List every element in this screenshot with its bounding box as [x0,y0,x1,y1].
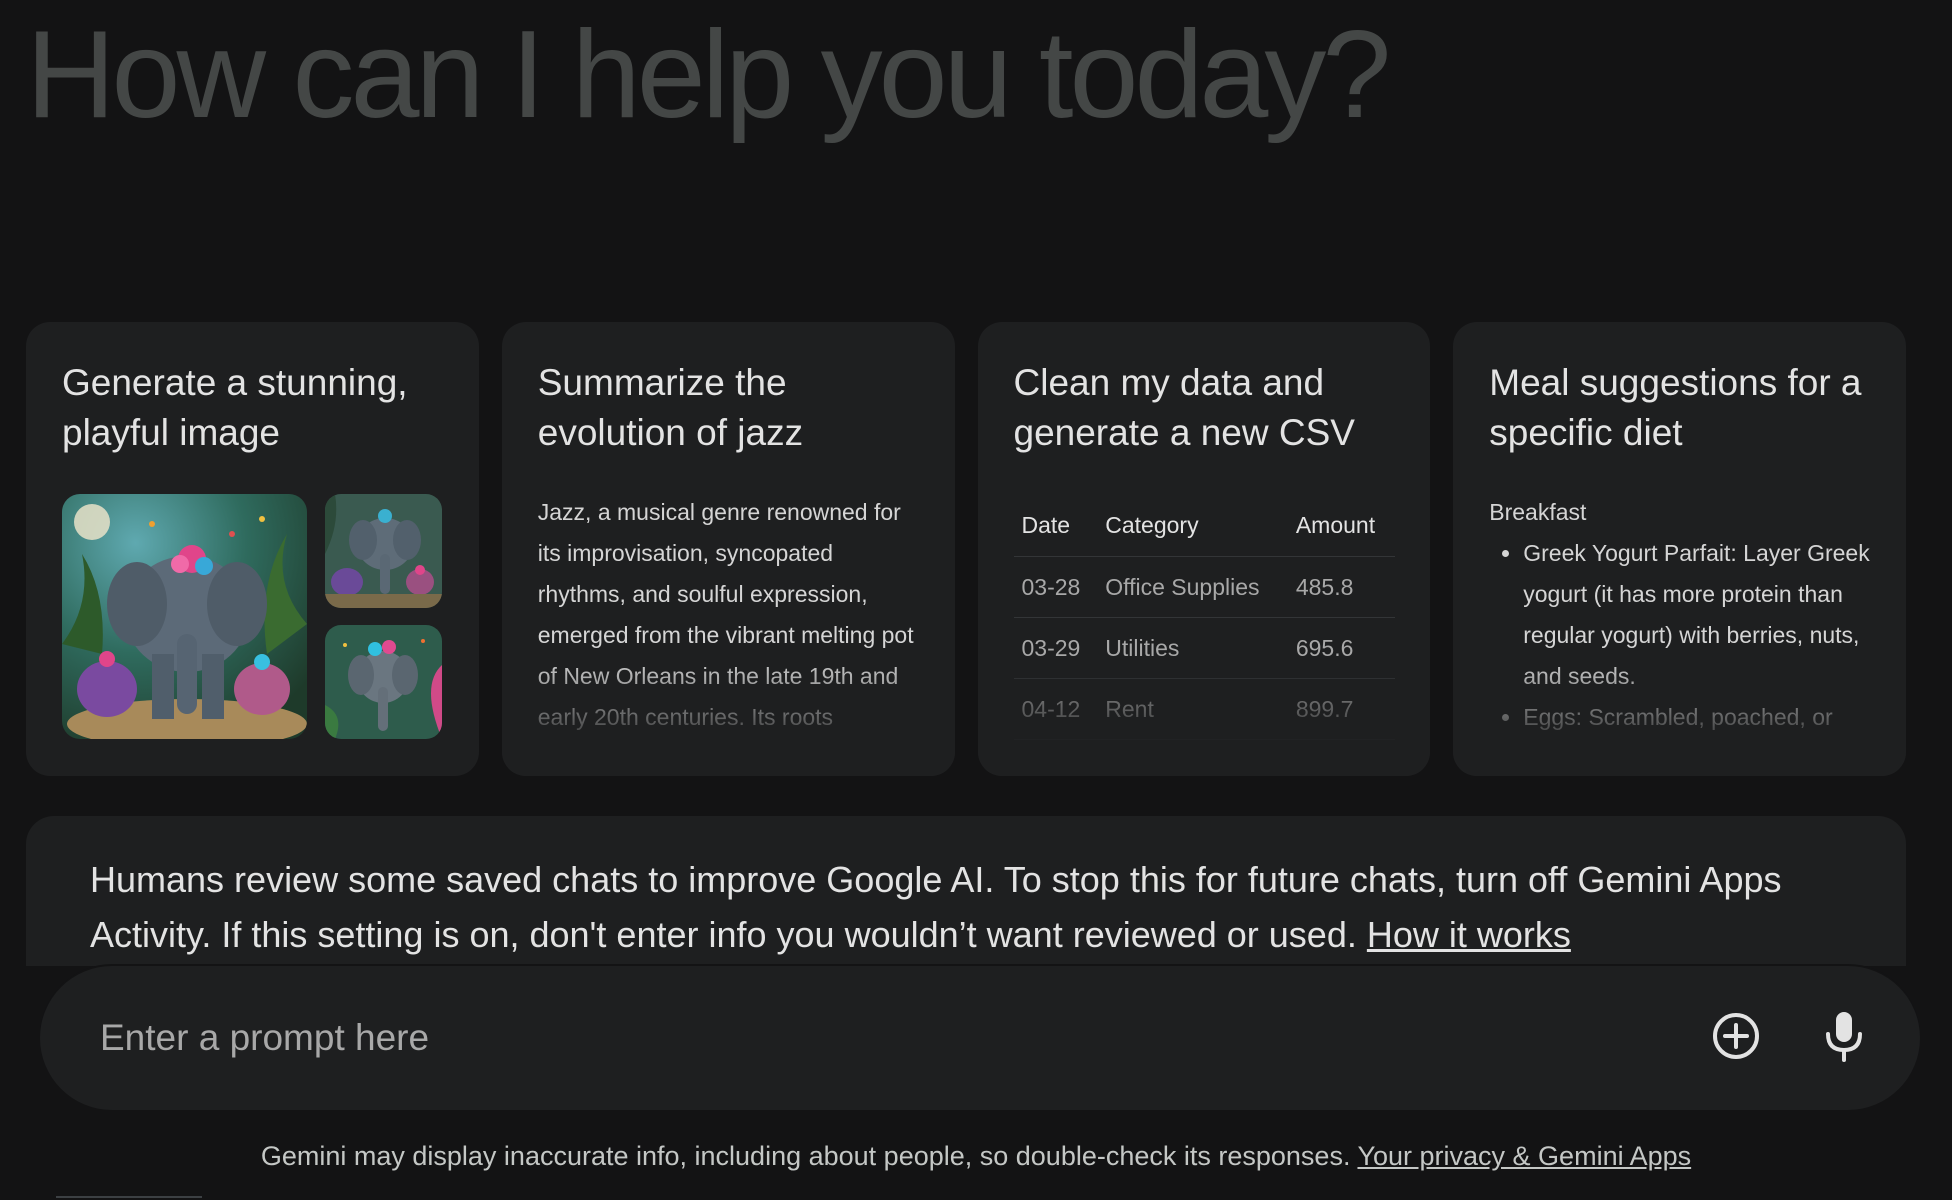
card-title: Meal suggestions for a specific diet [1489,362,1862,453]
table-cell: 03-28 [1013,556,1098,618]
column-header: Amount [1287,494,1395,557]
suggestion-card-jazz[interactable]: Summarize the evolution of jazz Jazz, a … [501,322,955,776]
table-cell: 04-12 [1013,678,1098,740]
table-cell: 695.6 [1287,617,1395,679]
suggestion-cards: Generate a stunning, playful image Summa… [26,322,1906,776]
disclaimer: Gemini may display inaccurate info, incl… [0,1136,1952,1176]
csv-preview-table: Date Category Amount 03-28 Office Suppli… [1013,494,1395,740]
table-cell: Office Supplies [1097,556,1288,618]
table-row: 03-29 Utilities 695.6 [1013,617,1395,679]
meal-section-heading: Breakfast [1489,499,1587,525]
divider [56,1196,202,1198]
microphone-button[interactable] [1808,1002,1880,1074]
greeting-heading: How can I help you today? [26,6,1391,144]
list-item: Greek Yogurt Parfait: Layer Greek yogurt… [1523,533,1876,697]
table-cell: Rent [1097,678,1288,740]
table-cell: 485.8 [1287,556,1395,618]
suggestion-card-csv[interactable]: Clean my data and generate a new CSV Dat… [977,322,1431,776]
gemini-home: How can I help you today? Generate a stu… [0,0,1952,1200]
card-title: Generate a stunning, playful image [62,362,408,453]
meal-list: Greek Yogurt Parfait: Layer Greek yogurt… [1489,533,1876,738]
elephant-family-image [325,494,442,608]
table-cell: 03-29 [1013,617,1098,679]
prompt-input[interactable] [98,1007,1664,1069]
card-preview-text: Jazz, a musical genre renowned for its i… [537,499,914,730]
image-thumbnails [325,494,442,739]
table-header-row: Date Category Amount [1013,494,1395,557]
activity-notice: Humans review some saved chats to improv… [26,816,1906,966]
card-title: Clean my data and generate a new CSV [1013,362,1355,453]
table-cell: Utilities [1097,617,1288,679]
privacy-link[interactable]: Your privacy & Gemini Apps [1357,1141,1691,1171]
image-previews [62,494,442,739]
add-button[interactable] [1700,1002,1772,1074]
card-title: Summarize the evolution of jazz [537,362,804,453]
table-row: 03-28 Office Supplies 485.8 [1013,556,1395,618]
table-cell: 899.7 [1287,678,1395,740]
list-item: Eggs: Scrambled, poached, or [1523,697,1876,738]
suggestion-card-image[interactable]: Generate a stunning, playful image [26,322,479,776]
add-circle-icon [1710,1010,1762,1067]
disclaimer-text: Gemini may display inaccurate info, incl… [260,1141,1358,1171]
column-header: Category [1097,494,1288,557]
column-header: Date [1013,494,1098,557]
how-it-works-link[interactable]: How it works [1367,914,1571,955]
elephant-jungle-image [62,494,307,739]
table-row: 04-12 Rent 899.7 [1013,678,1395,740]
suggestion-card-meals[interactable]: Meal suggestions for a specific diet Bre… [1453,322,1906,776]
elephant-portrait-image [325,625,442,739]
microphone-icon [1822,1010,1866,1067]
prompt-bar [40,966,1920,1110]
